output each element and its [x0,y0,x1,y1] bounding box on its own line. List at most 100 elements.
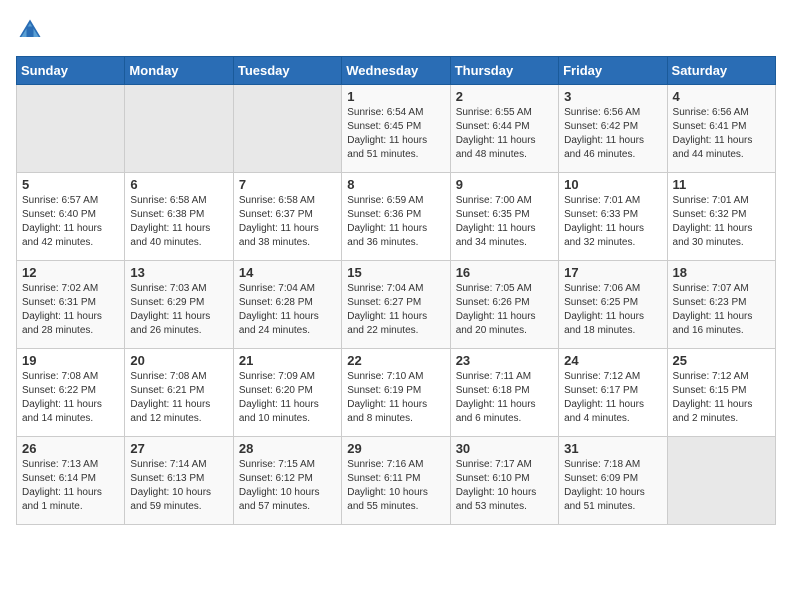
calendar-cell: 25 Sunrise: 7:12 AM Sunset: 6:15 PM Dayli… [667,349,775,437]
calendar-week-row: 19 Sunrise: 7:08 AM Sunset: 6:22 PM Dayli… [17,349,776,437]
day-info: Sunrise: 6:58 AM Sunset: 6:37 PM Dayligh… [239,194,336,250]
calendar-cell: 12 Sunrise: 7:02 AM Sunset: 6:31 PM Dayli… [17,261,125,349]
calendar-cell: 13 Sunrise: 7:03 AM Sunset: 6:29 PM Dayli… [125,261,233,349]
day-number: 7 [239,177,336,192]
day-info: Sunrise: 6:55 AM Sunset: 6:44 PM Dayligh… [456,106,553,162]
day-number: 17 [564,265,661,280]
day-number: 13 [130,265,227,280]
day-info: Sunrise: 6:56 AM Sunset: 6:42 PM Dayligh… [564,106,661,162]
calendar-cell: 18 Sunrise: 7:07 AM Sunset: 6:23 PM Dayli… [667,261,775,349]
day-number: 26 [22,441,119,456]
weekday-header: Saturday [667,57,775,85]
calendar-cell: 19 Sunrise: 7:08 AM Sunset: 6:22 PM Dayli… [17,349,125,437]
calendar-table: SundayMondayTuesdayWednesdayThursdayFrid… [16,56,776,525]
logo [16,16,48,44]
day-number: 3 [564,89,661,104]
day-info: Sunrise: 7:01 AM Sunset: 6:33 PM Dayligh… [564,194,661,250]
day-info: Sunrise: 7:13 AM Sunset: 6:14 PM Dayligh… [22,458,119,514]
day-info: Sunrise: 7:07 AM Sunset: 6:23 PM Dayligh… [673,282,770,338]
calendar-cell: 27 Sunrise: 7:14 AM Sunset: 6:13 PM Dayli… [125,437,233,525]
weekday-header: Tuesday [233,57,341,85]
day-number: 25 [673,353,770,368]
day-number: 24 [564,353,661,368]
calendar-cell: 31 Sunrise: 7:18 AM Sunset: 6:09 PM Dayli… [559,437,667,525]
day-number: 11 [673,177,770,192]
day-number: 6 [130,177,227,192]
day-number: 30 [456,441,553,456]
calendar-cell: 15 Sunrise: 7:04 AM Sunset: 6:27 PM Dayli… [342,261,450,349]
day-number: 23 [456,353,553,368]
calendar-cell: 4Sunrise: 6:56 AM Sunset: 6:41 PM Daylig… [667,85,775,173]
calendar-cell [233,85,341,173]
day-info: Sunrise: 6:58 AM Sunset: 6:38 PM Dayligh… [130,194,227,250]
calendar-cell: 10 Sunrise: 7:01 AM Sunset: 6:33 PM Dayli… [559,173,667,261]
day-info: Sunrise: 6:59 AM Sunset: 6:36 PM Dayligh… [347,194,444,250]
calendar-cell: 30Sunrise: 7:17 AM Sunset: 6:10 PM Dayli… [450,437,558,525]
weekday-header: Wednesday [342,57,450,85]
day-info: Sunrise: 7:12 AM Sunset: 6:17 PM Dayligh… [564,370,661,426]
day-info: Sunrise: 7:04 AM Sunset: 6:27 PM Dayligh… [347,282,444,338]
day-info: Sunrise: 7:09 AM Sunset: 6:20 PM Dayligh… [239,370,336,426]
weekday-header: Thursday [450,57,558,85]
calendar-cell: 6 Sunrise: 6:58 AM Sunset: 6:38 PM Daylig… [125,173,233,261]
calendar-cell: 28Sunrise: 7:15 AM Sunset: 6:12 PM Dayli… [233,437,341,525]
day-info: Sunrise: 6:57 AM Sunset: 6:40 PM Dayligh… [22,194,119,250]
day-info: Sunrise: 7:05 AM Sunset: 6:26 PM Dayligh… [456,282,553,338]
calendar-cell: 8 Sunrise: 6:59 AM Sunset: 6:36 PM Daylig… [342,173,450,261]
day-info: Sunrise: 7:14 AM Sunset: 6:13 PM Dayligh… [130,458,227,514]
day-number: 31 [564,441,661,456]
day-info: Sunrise: 7:11 AM Sunset: 6:18 PM Dayligh… [456,370,553,426]
calendar-cell: 7 Sunrise: 6:58 AM Sunset: 6:37 PM Daylig… [233,173,341,261]
logo-icon [16,16,44,44]
day-number: 1 [347,89,444,104]
calendar-week-row: 26 Sunrise: 7:13 AM Sunset: 6:14 PM Dayli… [17,437,776,525]
day-number: 10 [564,177,661,192]
day-info: Sunrise: 7:04 AM Sunset: 6:28 PM Dayligh… [239,282,336,338]
calendar-body: 1 Sunrise: 6:54 AM Sunset: 6:45 PM Daylig… [17,85,776,525]
calendar-cell: 16 Sunrise: 7:05 AM Sunset: 6:26 PM Dayli… [450,261,558,349]
day-number: 14 [239,265,336,280]
day-info: Sunrise: 7:06 AM Sunset: 6:25 PM Dayligh… [564,282,661,338]
day-info: Sunrise: 7:10 AM Sunset: 6:19 PM Dayligh… [347,370,444,426]
calendar-week-row: 12 Sunrise: 7:02 AM Sunset: 6:31 PM Dayli… [17,261,776,349]
calendar-cell [667,437,775,525]
calendar-cell: 22Sunrise: 7:10 AM Sunset: 6:19 PM Dayli… [342,349,450,437]
day-info: Sunrise: 7:08 AM Sunset: 6:22 PM Dayligh… [22,370,119,426]
day-number: 12 [22,265,119,280]
calendar-week-row: 1 Sunrise: 6:54 AM Sunset: 6:45 PM Daylig… [17,85,776,173]
weekday-header: Sunday [17,57,125,85]
calendar-cell: 23 Sunrise: 7:11 AM Sunset: 6:18 PM Dayli… [450,349,558,437]
day-info: Sunrise: 7:08 AM Sunset: 6:21 PM Dayligh… [130,370,227,426]
calendar-cell: 17 Sunrise: 7:06 AM Sunset: 6:25 PM Dayli… [559,261,667,349]
day-info: Sunrise: 7:03 AM Sunset: 6:29 PM Dayligh… [130,282,227,338]
day-info: Sunrise: 6:54 AM Sunset: 6:45 PM Dayligh… [347,106,444,162]
day-number: 15 [347,265,444,280]
day-info: Sunrise: 7:12 AM Sunset: 6:15 PM Dayligh… [673,370,770,426]
page-header [16,16,776,44]
calendar-cell: 5Sunrise: 6:57 AM Sunset: 6:40 PM Daylig… [17,173,125,261]
day-number: 21 [239,353,336,368]
day-number: 20 [130,353,227,368]
day-number: 27 [130,441,227,456]
day-number: 8 [347,177,444,192]
calendar-cell: 29Sunrise: 7:16 AM Sunset: 6:11 PM Dayli… [342,437,450,525]
day-number: 18 [673,265,770,280]
calendar-cell: 1 Sunrise: 6:54 AM Sunset: 6:45 PM Daylig… [342,85,450,173]
day-info: Sunrise: 7:02 AM Sunset: 6:31 PM Dayligh… [22,282,119,338]
calendar-cell [17,85,125,173]
calendar-cell: 14 Sunrise: 7:04 AM Sunset: 6:28 PM Dayli… [233,261,341,349]
day-info: Sunrise: 7:01 AM Sunset: 6:32 PM Dayligh… [673,194,770,250]
calendar-header-row: SundayMondayTuesdayWednesdayThursdayFrid… [17,57,776,85]
day-info: Sunrise: 7:00 AM Sunset: 6:35 PM Dayligh… [456,194,553,250]
day-number: 9 [456,177,553,192]
day-info: Sunrise: 7:18 AM Sunset: 6:09 PM Dayligh… [564,458,661,514]
calendar-cell: 20 Sunrise: 7:08 AM Sunset: 6:21 PM Dayli… [125,349,233,437]
day-number: 28 [239,441,336,456]
day-info: Sunrise: 7:16 AM Sunset: 6:11 PM Dayligh… [347,458,444,514]
day-number: 19 [22,353,119,368]
calendar-cell: 26 Sunrise: 7:13 AM Sunset: 6:14 PM Dayli… [17,437,125,525]
calendar-cell: 21 Sunrise: 7:09 AM Sunset: 6:20 PM Dayli… [233,349,341,437]
calendar-cell: 3 Sunrise: 6:56 AM Sunset: 6:42 PM Daylig… [559,85,667,173]
day-number: 16 [456,265,553,280]
calendar-cell: 11 Sunrise: 7:01 AM Sunset: 6:32 PM Dayli… [667,173,775,261]
